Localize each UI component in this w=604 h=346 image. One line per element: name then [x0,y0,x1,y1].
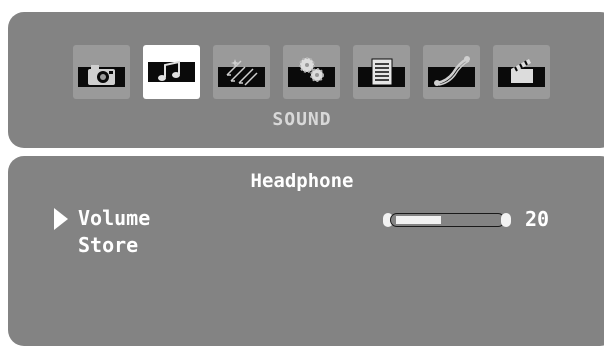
tab-features[interactable] [283,45,340,99]
menu-title: SOUND [272,109,332,130]
sparkle-arrows-icon [226,59,258,86]
tab-sound[interactable] [143,45,200,99]
store-item[interactable]: Store [78,233,138,257]
submenu-header: Headphone [250,170,354,192]
music-note-icon [158,60,180,81]
document-icon [371,58,393,86]
tab-effects[interactable] [213,45,270,99]
volume-item[interactable]: Volume [78,206,150,230]
camera-icon [88,65,115,85]
volume-slider[interactable] [383,212,511,228]
volume-slider-fill [396,216,441,224]
menu-tabs [73,45,563,99]
volume-value: 20 [525,207,550,231]
tab-source[interactable] [423,45,480,99]
clapperboard-icon [511,59,533,83]
tab-picture[interactable] [73,45,130,99]
gears-icon [299,57,324,82]
cable-icon [434,56,470,86]
selection-arrow-icon [54,208,68,230]
tab-setup[interactable] [353,45,410,99]
tab-media[interactable] [493,45,550,99]
